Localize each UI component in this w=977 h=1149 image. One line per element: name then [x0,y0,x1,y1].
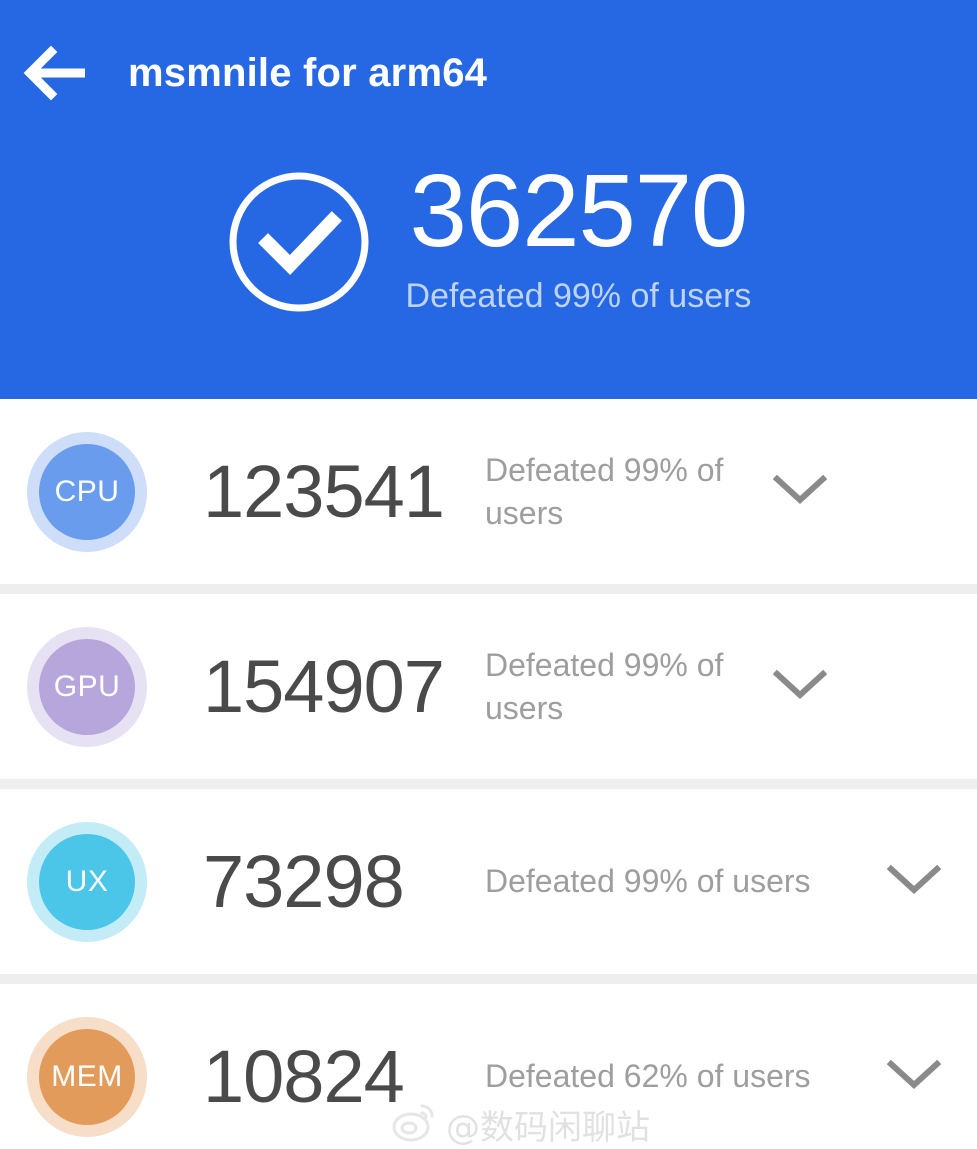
score-row-cpu[interactable]: CPU 123541 Defeated 99% of users [0,399,977,584]
row-divider [0,974,977,984]
ux-expand-button[interactable] [869,837,959,927]
score-row-gpu[interactable]: GPU 154907 Defeated 99% of users [0,594,977,779]
chevron-down-icon [886,863,942,900]
ux-badge-label: UX [39,833,135,930]
gpu-score-value: 154907 [203,645,445,728]
mem-badge-label: MEM [39,1028,135,1125]
cpu-score-subtitle: Defeated 99% of users [485,451,724,531]
mem-badge: MEM [27,1016,147,1137]
back-button[interactable] [0,19,108,127]
result-header: msmnile for arm64 362570 Defeated 99% of… [0,0,977,399]
mem-expand-button[interactable] [869,1032,959,1122]
score-row-mem[interactable]: MEM 10824 Defeated 62% of users [0,984,977,1149]
total-score-subtitle: Defeated 99% of users [405,277,752,315]
total-score-block: 362570 Defeated 99% of users [0,155,977,317]
total-score-value: 362570 [409,153,749,268]
gpu-badge: GPU [27,626,147,747]
mem-score-subtitle: Defeated 62% of users [485,1058,811,1094]
gpu-badge-label: GPU [39,638,135,735]
score-row-ux[interactable]: UX 73298 Defeated 99% of users [0,789,977,974]
cpu-score-value: 123541 [203,450,445,533]
gpu-score-subtitle: Defeated 99% of users [485,646,724,726]
cpu-expand-button[interactable] [755,447,845,537]
page-title: msmnile for arm64 [128,50,488,95]
ux-score-value: 73298 [203,840,405,923]
ux-badge: UX [27,821,147,942]
chevron-down-icon [772,668,828,705]
cpu-badge: CPU [27,431,147,552]
mem-score-value: 10824 [203,1035,405,1118]
cpu-badge-label: CPU [39,443,135,540]
chevron-down-icon [772,473,828,510]
gpu-expand-button[interactable] [755,642,845,732]
check-circle-icon [226,169,372,315]
total-score-text-group: 362570 Defeated 99% of users [406,155,752,317]
row-divider [0,779,977,789]
chevron-down-icon [886,1058,942,1095]
score-row-list: CPU 123541 Defeated 99% of users GPU 154… [0,399,977,1149]
benchmark-result-screen: msmnile for arm64 362570 Defeated 99% of… [0,0,977,1149]
ux-score-subtitle: Defeated 99% of users [485,863,811,899]
arrow-left-icon [23,45,85,101]
row-divider [0,584,977,594]
app-bar: msmnile for arm64 [0,0,977,146]
